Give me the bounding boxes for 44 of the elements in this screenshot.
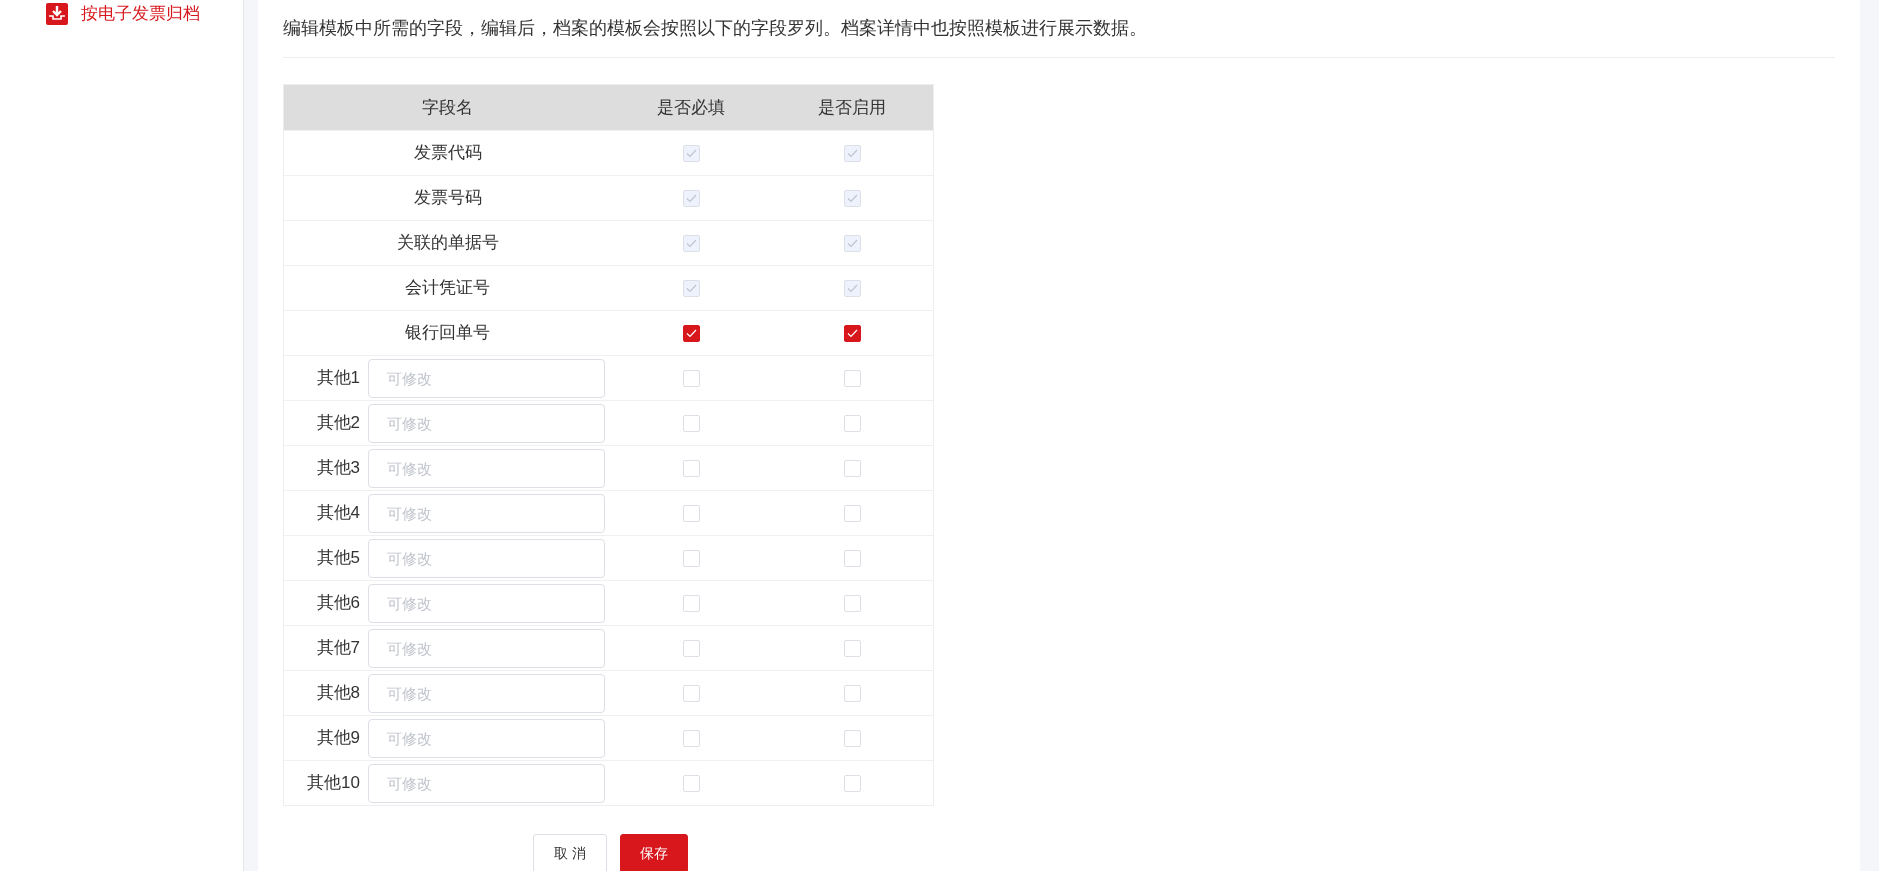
field-name-input[interactable]: 可修改: [368, 538, 605, 578]
field-name: 其他3: [315, 457, 361, 480]
field-name-input[interactable]: 可修改: [368, 358, 605, 398]
check-icon: [846, 148, 858, 158]
check-icon: [685, 328, 697, 338]
column-header: 字段名: [421, 96, 474, 119]
field-name: 其他7: [315, 637, 361, 660]
check-icon: [685, 238, 697, 248]
description-text: 编辑模板中所需的字段，编辑后，档案的模板会按照以下的字段罗列。档案详情中也按照模板进行展示数据。: [283, 17, 1147, 40]
check-icon: [685, 148, 697, 158]
field-name-input[interactable]: 可修改: [368, 403, 605, 443]
field-name: 其他9: [315, 727, 361, 750]
field-name: 会计凭证号: [405, 277, 490, 300]
field-name: 发票号码: [413, 187, 482, 210]
field-name: 其他1: [315, 367, 361, 390]
sidebar-item[interactable]: 按电子发票归档: [0, 0, 243, 28]
field-name: 其他8: [315, 682, 361, 705]
check-icon: [685, 193, 697, 203]
field-name-input[interactable]: 可修改: [368, 448, 605, 488]
field-name: 其他5: [315, 547, 361, 570]
field-name: 其他6: [315, 592, 361, 615]
field-name: 其他4: [315, 502, 361, 525]
check-icon: [846, 238, 858, 248]
field-name-input[interactable]: 可修改: [368, 628, 605, 668]
save-button[interactable]: 保存: [620, 834, 688, 871]
field-name-input[interactable]: 可修改: [368, 493, 605, 533]
check-icon: [685, 283, 697, 293]
check-icon: [846, 283, 858, 293]
field-name-input[interactable]: 可修改: [368, 763, 605, 803]
column-header: 是否启用: [817, 96, 887, 119]
column-header: 是否必填: [656, 96, 726, 119]
field-name-input[interactable]: 可修改: [368, 673, 605, 713]
checkbox[interactable]: [682, 324, 700, 342]
checkbox[interactable]: [843, 324, 861, 342]
cancel-button[interactable]: 取 消: [533, 834, 607, 871]
field-name-input[interactable]: 可修改: [368, 718, 605, 758]
check-icon: [846, 193, 858, 203]
field-name: 关联的单据号: [396, 232, 499, 255]
field-name: 发票代码: [413, 142, 482, 165]
field-name: 银行回单号: [405, 322, 490, 345]
field-name-input[interactable]: 可修改: [368, 583, 605, 623]
field-name: 其他10: [306, 772, 361, 795]
check-icon: [846, 328, 858, 338]
field-name: 其他2: [315, 412, 361, 435]
